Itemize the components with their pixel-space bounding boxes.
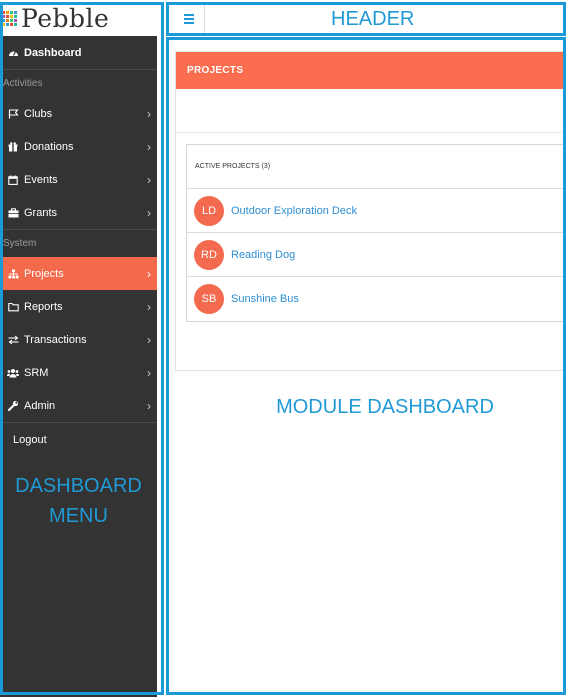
list-item: SB Sunshine Bus bbox=[187, 277, 566, 321]
chevron-right-icon: › bbox=[147, 300, 151, 314]
logout-link[interactable]: Logout bbox=[0, 423, 157, 456]
project-link[interactable]: Sunshine Bus bbox=[231, 293, 299, 305]
chevron-right-icon: › bbox=[147, 173, 151, 187]
annotation-line-1: DASHBOARD bbox=[15, 475, 142, 497]
chevron-right-icon: › bbox=[147, 140, 151, 154]
section-label: System bbox=[0, 229, 157, 257]
sidebar-item-label: Reports bbox=[24, 300, 63, 313]
folder-icon bbox=[7, 301, 19, 313]
brand-logo[interactable]: Pebble bbox=[0, 0, 157, 36]
chevron-right-icon: › bbox=[147, 366, 151, 380]
sidebar-item-label: Events bbox=[24, 173, 58, 186]
panel-title: PROJECTS bbox=[176, 52, 566, 89]
section-label: Activities bbox=[0, 69, 157, 97]
annotation-header: HEADER bbox=[331, 8, 415, 30]
sidebar-item-projects[interactable]: Projects › bbox=[0, 257, 157, 290]
chevron-right-icon: › bbox=[147, 267, 151, 281]
sidebar-item-srm[interactable]: SRM › bbox=[0, 356, 157, 389]
annotation-line-2: MENU bbox=[49, 505, 108, 527]
chevron-right-icon: › bbox=[147, 333, 151, 347]
users-icon bbox=[7, 367, 19, 379]
hamburger-menu-icon[interactable] bbox=[179, 9, 199, 29]
sidebar-item-label: Projects bbox=[24, 267, 64, 280]
sidebar-item-admin[interactable]: Admin › bbox=[0, 389, 157, 422]
avatar: RD bbox=[194, 239, 224, 270]
list-item: RD Reading Dog bbox=[187, 233, 566, 277]
logo-dots-icon bbox=[2, 10, 17, 26]
chevron-right-icon: › bbox=[147, 206, 151, 220]
wrench-icon bbox=[7, 400, 19, 412]
annotation-dashboard-menu: DASHBOARD MENU bbox=[0, 471, 157, 531]
card-title: ACTIVE PROJECTS (3) bbox=[187, 145, 566, 189]
sidebar-item-label: SRM bbox=[24, 366, 49, 379]
sidebar-item-dashboard[interactable]: Dashboard bbox=[0, 36, 157, 69]
avatar: SB bbox=[194, 284, 224, 314]
sidebar-item-transactions[interactable]: Transactions › bbox=[0, 323, 157, 356]
gift-icon bbox=[7, 141, 19, 153]
chevron-right-icon: › bbox=[147, 399, 151, 413]
sidebar-item-label: Transactions bbox=[24, 333, 87, 346]
sidebar-item-reports[interactable]: Reports › bbox=[0, 290, 157, 323]
calendar-icon bbox=[7, 174, 19, 186]
sidebar-item-label: Grants bbox=[24, 206, 58, 219]
sidebar-item-label: Dashboard bbox=[24, 46, 82, 59]
project-link[interactable]: Reading Dog bbox=[231, 249, 295, 261]
sidebar-item-label: Admin bbox=[24, 399, 56, 412]
sidebar-item-clubs[interactable]: Clubs › bbox=[0, 97, 157, 130]
sidebar-item-donations[interactable]: Donations › bbox=[0, 130, 157, 163]
project-link[interactable]: Outdoor Exploration Deck bbox=[231, 205, 357, 217]
header: HEADER bbox=[170, 3, 566, 35]
module-dashboard: PROJECTS ACTIVE PROJECTS (3) LD Outdoor E… bbox=[170, 38, 566, 697]
avatar: LD bbox=[194, 195, 224, 226]
briefcase-icon bbox=[7, 207, 19, 219]
exchange-icon bbox=[7, 334, 19, 346]
sidebar-item-events[interactable]: Events › bbox=[0, 163, 157, 196]
flag-icon bbox=[7, 108, 19, 120]
dashboard-icon bbox=[7, 47, 19, 59]
sidebar-item-label: Clubs bbox=[24, 107, 53, 120]
sidebar-menu: Pebble Dashboard Activities Clubs › Donation… bbox=[0, 0, 157, 697]
list-item: LD Outdoor Exploration Deck bbox=[187, 189, 566, 233]
sidebar-item-label: Donations bbox=[24, 140, 74, 153]
sidebar-item-grants[interactable]: Grants › bbox=[0, 196, 157, 229]
sitemap-icon bbox=[7, 268, 19, 280]
brand-name: Pebble bbox=[21, 3, 110, 33]
chevron-right-icon: › bbox=[147, 107, 151, 121]
active-projects-card: ACTIVE PROJECTS (3) LD Outdoor Exploratio… bbox=[186, 144, 566, 322]
annotation-module-dashboard: MODULE DASHBOARD bbox=[276, 396, 494, 418]
sidebar-nav: Dashboard Activities Clubs › Donations › Event… bbox=[0, 36, 157, 422]
